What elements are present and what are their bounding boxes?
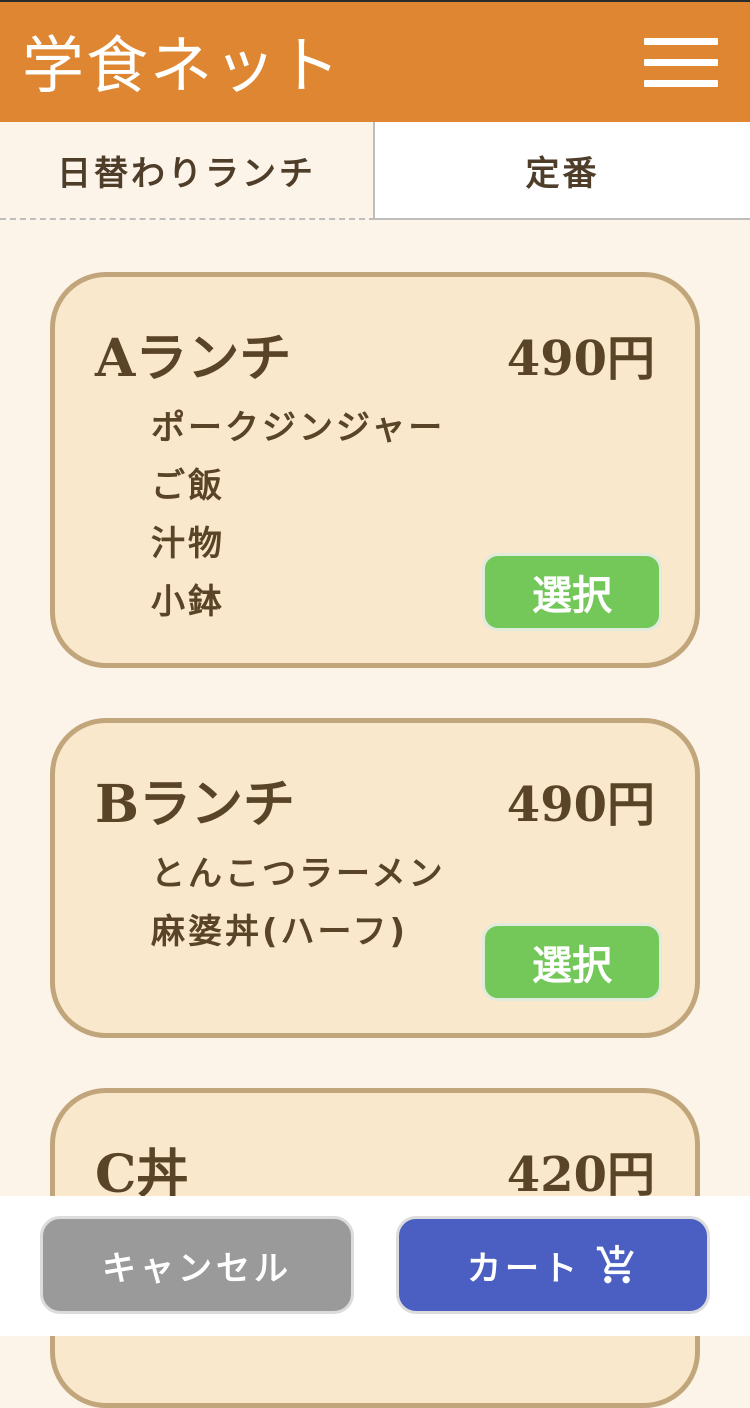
footer-bar: キャンセル カート (0, 1196, 750, 1336)
menu-bar-line (644, 38, 718, 45)
menu-bar-line (644, 80, 718, 87)
hamburger-menu-icon[interactable] (644, 36, 718, 92)
menu-item: 小鉢 (151, 582, 225, 622)
menu-item: とんこつラーメン (151, 854, 446, 894)
menu-bar-line (644, 59, 718, 66)
cancel-button[interactable]: キャンセル (40, 1216, 354, 1314)
menu-item: 汁物 (151, 524, 225, 564)
menu-card-name: Aランチ (95, 328, 292, 389)
menu-card-price: 490円 (506, 331, 655, 387)
cart-button-label: カート (467, 1248, 581, 1289)
select-button[interactable]: 選択 (482, 923, 662, 1001)
menu-item: 麻婆丼(ハーフ) (151, 912, 409, 952)
menu-item-list: とんこつラーメン 麻婆丼(ハーフ) (151, 845, 446, 961)
cart-button[interactable]: カート (396, 1216, 710, 1314)
menu-card: Aランチ 490円 ポークジンジャー ご飯 汁物 小鉢 選択 (50, 272, 700, 668)
app-header: 学食ネット (0, 2, 750, 122)
tab-daily-lunch[interactable]: 日替わりランチ (0, 122, 375, 220)
tab-regular[interactable]: 定番 (375, 122, 750, 220)
select-button[interactable]: 選択 (482, 553, 662, 631)
menu-card-name: Bランチ (95, 774, 295, 835)
menu-card-price: 490円 (506, 777, 655, 833)
app-title: 学食ネット (22, 29, 343, 102)
menu-item: ポークジンジャー (151, 408, 446, 448)
menu-item-list: ポークジンジャー ご飯 汁物 小鉢 (151, 399, 445, 631)
menu-card: Bランチ 490円 とんこつラーメン 麻婆丼(ハーフ) 選択 (50, 718, 700, 1038)
cancel-button-label: キャンセル (102, 1248, 292, 1289)
tab-bar: 日替わりランチ 定番 (0, 122, 750, 220)
menu-item: ご飯 (151, 466, 225, 506)
shopping-cart-plus-icon (596, 1244, 634, 1284)
